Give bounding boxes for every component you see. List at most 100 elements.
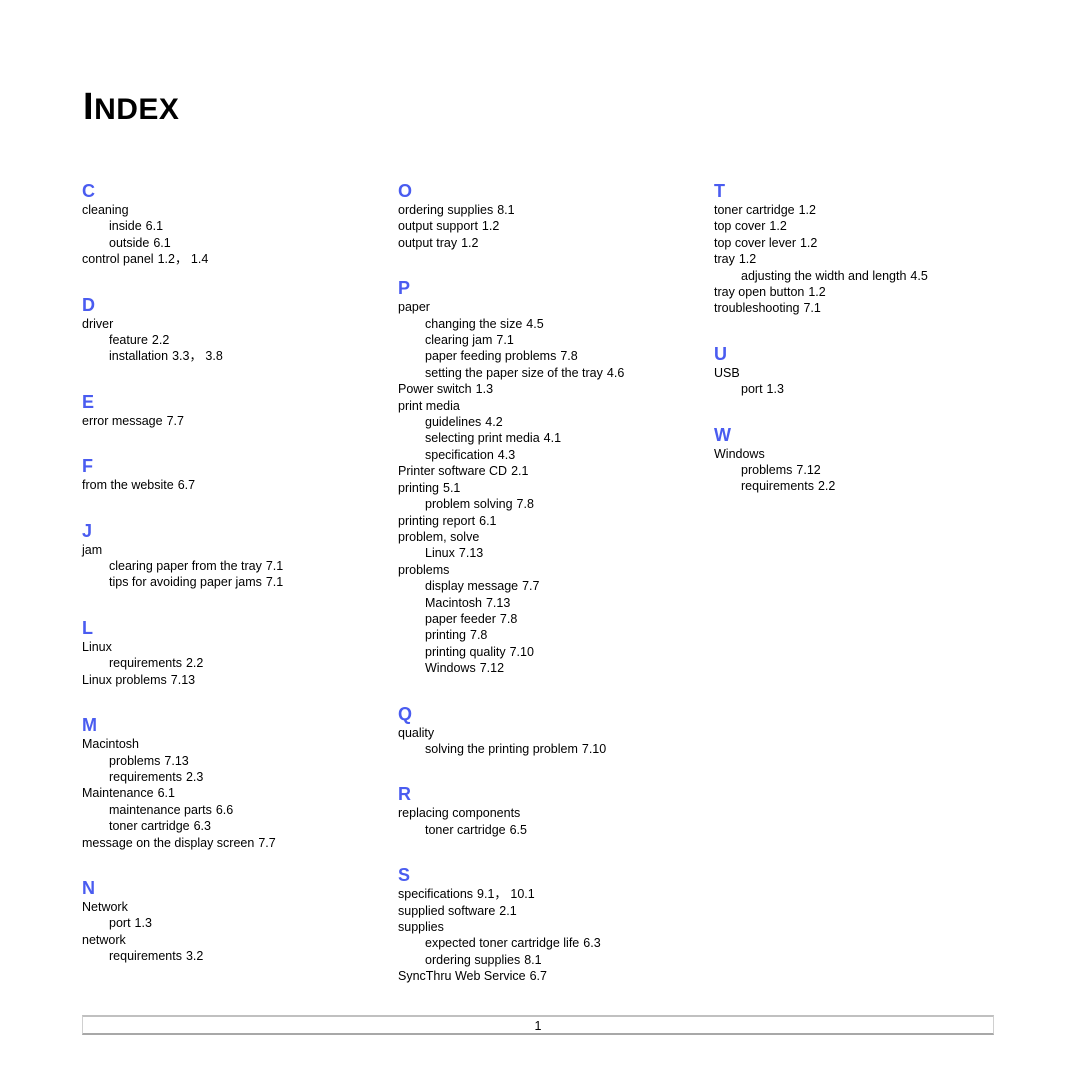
index-entry: printing report 6.1	[398, 513, 698, 529]
page-reference-link[interactable]: 7.7	[522, 579, 539, 593]
page-reference-link[interactable]: 7.12	[796, 463, 820, 477]
section-letter-heading: R	[398, 784, 411, 805]
page-reference-link[interactable]: 6.1	[146, 219, 163, 233]
page-reference-link[interactable]: 6.1	[153, 236, 170, 250]
index-term: cleaning	[82, 203, 129, 217]
index-subentry: printing 7.8	[398, 627, 698, 643]
index-column-2: Oordering supplies 8.1 output support 1.2 ou…	[398, 180, 698, 985]
page-reference-link[interactable]: 7.13	[171, 673, 195, 687]
page-reference-link[interactable]: 7.7	[167, 414, 184, 428]
index-term: quality	[398, 725, 435, 740]
page-reference-link[interactable]: 6.1	[158, 786, 175, 800]
index-entry: control panel 1.2， 1.4	[82, 251, 382, 267]
page-reference-link[interactable]: 7.8	[517, 497, 534, 511]
index-section-u: U USB port 1.3	[714, 343, 1014, 398]
page-reference-link[interactable]: 7.1	[803, 301, 820, 315]
page-reference-link[interactable]: 7.8	[500, 612, 517, 626]
page-reference-link[interactable]: 6.5	[510, 823, 527, 837]
page-reference-link[interactable]: 4.3	[498, 448, 515, 462]
index-term: Maintenance	[82, 786, 154, 801]
page-reference-link[interactable]: 1.2	[800, 236, 817, 250]
page-reference-link[interactable]: 6.7	[530, 969, 547, 983]
section-letter-heading: U	[714, 343, 727, 364]
page-reference-link[interactable]: 1.2	[769, 219, 786, 233]
index-term: installation	[109, 349, 169, 364]
index-entry: troubleshooting 7.1	[714, 300, 1014, 316]
page-reference-link[interactable]: 6.1	[479, 514, 496, 528]
page-reference-link[interactable]: 1.2， 1.4	[158, 252, 209, 266]
page-reference-link[interactable]: 7.13	[164, 754, 188, 768]
index-subentry: selecting print media 4.1	[398, 430, 698, 446]
page-reference-link[interactable]: 6.3	[194, 819, 211, 833]
page-reference-link[interactable]: 6.3	[583, 936, 600, 950]
index-term: top cover lever	[714, 235, 796, 250]
index-subentry: tips for avoiding paper jams 7.1	[82, 574, 382, 590]
index-section-w: W Windows problems 7.12 requirements 2.2	[714, 424, 1014, 495]
index-term: SyncThru Web Service	[398, 969, 526, 984]
index-entry: SyncThru Web Service 6.7	[398, 968, 698, 984]
page-reference-link[interactable]: 2.2	[186, 656, 203, 670]
index-subentry: Linux 7.13	[398, 545, 698, 561]
page-reference-link[interactable]: 1.2	[799, 203, 816, 217]
index-term: changing the size	[425, 316, 523, 331]
page-reference-link[interactable]: 7.10	[510, 645, 534, 659]
page-reference-link[interactable]: 9.1， 10.1	[477, 887, 535, 901]
page-reference-link[interactable]: 1.2	[739, 252, 756, 266]
page-reference-link[interactable]: 3.2	[186, 949, 203, 963]
page-reference-link[interactable]: 7.1	[496, 333, 513, 347]
index-subentry: problems 7.13	[82, 753, 382, 769]
index-term: specification	[425, 447, 494, 462]
index-term: Linux	[425, 546, 455, 561]
index-entry: specifications 9.1， 10.1	[398, 886, 698, 902]
page-reference-link[interactable]: 4.5	[910, 269, 927, 283]
section-letter-heading: W	[714, 424, 731, 445]
index-section-r: Rreplacing components toner cartridge 6.5	[398, 783, 698, 838]
index-subentry: Macintosh 7.13	[398, 595, 698, 611]
index-term: print media	[398, 398, 460, 413]
page-reference-link[interactable]: 6.7	[178, 478, 195, 492]
index-term: problems	[398, 562, 450, 577]
page-reference-link[interactable]: 3.3， 3.8	[172, 349, 223, 363]
page-reference-link[interactable]: 4.6	[607, 366, 624, 380]
page-reference-link[interactable]: 1.2	[482, 219, 499, 233]
page-reference-link[interactable]: 7.1	[266, 575, 283, 589]
page-reference-link[interactable]: 7.1	[266, 559, 283, 573]
index-subentry: paper feeder 7.8	[398, 611, 698, 627]
page-reference-link[interactable]: 6.6	[216, 803, 233, 817]
index-entry: toner cartridge 1.2	[714, 202, 1014, 218]
page-reference-link[interactable]: 1.3	[476, 382, 493, 396]
page-reference-link[interactable]: 7.13	[486, 596, 510, 610]
page-reference-link[interactable]: 4.2	[485, 415, 502, 429]
page-reference-link[interactable]: 4.5	[526, 317, 543, 331]
page-reference-link[interactable]: 1.2	[808, 285, 825, 299]
page-reference-link[interactable]: 1.3	[767, 382, 784, 396]
page-reference-link[interactable]: 2.3	[186, 770, 203, 784]
page-reference-link[interactable]: 2.2	[818, 479, 835, 493]
index-term: problems	[109, 753, 161, 768]
page-reference-link[interactable]: 7.10	[582, 742, 606, 756]
page-reference-link[interactable]: 2.2	[152, 333, 169, 347]
page-reference-link[interactable]: 7.8	[560, 349, 577, 363]
page-reference-link[interactable]: 1.3	[135, 916, 152, 930]
page-reference-link[interactable]: 8.1	[524, 953, 541, 967]
page-reference-link[interactable]: 7.8	[470, 628, 487, 642]
page-reference-link[interactable]: 7.12	[480, 661, 504, 675]
index-term: toner cartridge	[109, 819, 190, 834]
page-reference-link[interactable]: 2.1	[499, 904, 516, 918]
page-reference-link[interactable]: 4.1	[544, 431, 561, 445]
page-reference-link[interactable]: 1.2	[461, 236, 478, 250]
page-reference-link[interactable]: 7.7	[258, 836, 275, 850]
page-reference-link[interactable]: 8.1	[497, 203, 514, 217]
index-term: replacing components	[398, 806, 521, 821]
page-reference-link[interactable]: 7.13	[459, 546, 483, 560]
index-entry: network	[82, 932, 382, 948]
page-reference-link[interactable]: 2.1	[511, 464, 528, 478]
index-term: driver	[82, 316, 114, 331]
index-term: problem, solve	[398, 529, 480, 544]
page-reference-link[interactable]: 5.1	[443, 481, 460, 495]
